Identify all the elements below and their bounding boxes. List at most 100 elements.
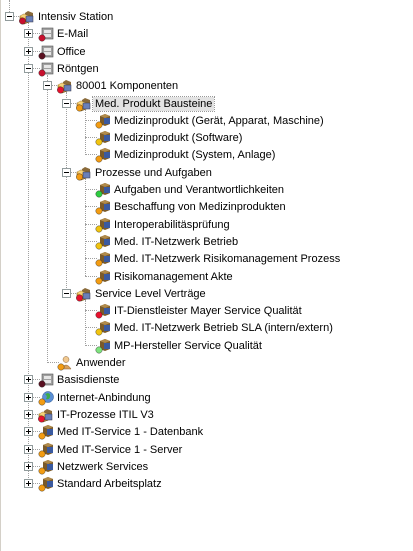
tree-node[interactable]: Röntgen: [1, 60, 413, 78]
collapse-icon[interactable]: [62, 167, 71, 177]
server-icon: [38, 61, 54, 77]
tree-node-label[interactable]: IT-Dienstleister Mayer Service Qualität: [112, 304, 304, 318]
tree-node[interactable]: MP-Hersteller Service Qualität: [1, 337, 413, 355]
tree-node-label[interactable]: Medizinprodukt (Gerät, Apparat, Maschine…: [112, 114, 326, 128]
tree-node-label[interactable]: Service Level Verträge: [93, 287, 208, 301]
tree-node-label[interactable]: Med. IT-Netzwerk Risikomanagement Prozes…: [112, 252, 342, 266]
tree-node[interactable]: Interoperabilitäsprüfung: [1, 216, 413, 234]
tree-node-label[interactable]: Aufgaben und Verantwortlichkeiten: [112, 183, 286, 197]
tree-node[interactable]: Basisdienste: [1, 371, 413, 389]
tree-node-label[interactable]: Anwender: [74, 356, 128, 370]
tree-node[interactable]: Prozesse und Aufgaben: [1, 164, 413, 182]
tree-node-label[interactable]: Med. IT-Netzwerk Betrieb: [112, 235, 240, 249]
tree-node-label[interactable]: Med IT-Service 1 - Server: [55, 443, 184, 457]
expand-icon[interactable]: [24, 29, 33, 39]
collapse-icon[interactable]: [62, 98, 71, 108]
component-icon: [95, 130, 111, 146]
tree-node[interactable]: 80001 Komponenten: [1, 77, 413, 95]
tree-node-label[interactable]: IT-Prozesse ITIL V3: [55, 408, 156, 422]
folder-component-icon: [19, 9, 35, 25]
tree-node[interactable]: Office: [1, 43, 413, 61]
component-icon: [95, 113, 111, 129]
component-icon: [95, 269, 111, 285]
tree-node-label[interactable]: E-Mail: [55, 27, 90, 41]
folder-component-icon: [38, 407, 54, 423]
tree-node[interactable]: IT-Prozesse ITIL V3: [1, 406, 413, 424]
tree-node[interactable]: Intensiv Station: [1, 8, 413, 26]
tree-node[interactable]: Beschaffung von Medizinprodukten: [1, 198, 413, 216]
folder-component-icon: [76, 96, 92, 112]
expand-icon[interactable]: [24, 46, 33, 56]
tree-node-label[interactable]: Medizinprodukt (System, Anlage): [112, 148, 277, 162]
tree-node-label[interactable]: Med IT-Service 1 - Datenbank: [55, 425, 205, 439]
tree-node-label[interactable]: Medizinprodukt (Software): [112, 131, 244, 145]
component-icon: [95, 338, 111, 354]
tree-node[interactable]: Med. IT-Netzwerk Risikomanagement Prozes…: [1, 250, 413, 268]
tree-node[interactable]: Internet-Anbindung: [1, 389, 413, 407]
tree-node-label[interactable]: Internet-Anbindung: [55, 391, 153, 405]
tree-node-label[interactable]: MP-Hersteller Service Qualität: [112, 339, 264, 353]
tree-node[interactable]: Risikomanagement Akte: [1, 268, 413, 286]
server-icon: [38, 372, 54, 388]
tree-node-label[interactable]: Med. Produkt Bausteine: [91, 95, 216, 112]
tree-node[interactable]: Med IT-Service 1 - Server: [1, 441, 413, 459]
component-icon: [38, 424, 54, 440]
tree-node-label[interactable]: 80001 Komponenten: [74, 79, 180, 93]
collapse-icon[interactable]: [24, 63, 33, 73]
component-icon: [95, 320, 111, 336]
expand-icon[interactable]: [24, 479, 33, 489]
expand-icon[interactable]: [24, 427, 33, 437]
tree-node[interactable]: Netzwerk Services: [1, 458, 413, 476]
tree-node-label[interactable]: Standard Arbeitsplatz: [55, 477, 164, 491]
tree-node-label[interactable]: Beschaffung von Medizinprodukten: [112, 200, 288, 214]
expand-icon[interactable]: [24, 444, 33, 454]
server-icon: [38, 44, 54, 60]
component-icon: [95, 199, 111, 215]
component-icon: [38, 476, 54, 492]
tree-node[interactable]: Service Level Verträge: [1, 285, 413, 303]
collapse-icon[interactable]: [5, 12, 14, 21]
component-icon: [38, 459, 54, 475]
expand-icon[interactable]: [24, 461, 33, 471]
tree-node-label[interactable]: Office: [55, 45, 88, 59]
component-icon: [95, 234, 111, 250]
tree-node-label[interactable]: Röntgen: [55, 62, 101, 76]
tree-node-label[interactable]: Prozesse und Aufgaben: [93, 166, 214, 180]
expand-icon[interactable]: [24, 375, 33, 385]
collapse-icon[interactable]: [43, 81, 52, 91]
tree-node-label[interactable]: Intensiv Station: [36, 10, 115, 24]
tree-node[interactable]: Anwender: [1, 354, 413, 372]
tree-node[interactable]: Medizinprodukt (Software): [1, 129, 413, 147]
component-icon: [95, 182, 111, 198]
tree-node[interactable]: Med. IT-Netzwerk Betrieb: [1, 233, 413, 251]
expand-icon[interactable]: [24, 392, 33, 402]
tree-node[interactable]: Med. IT-Netzwerk Betrieb SLA (intern/ext…: [1, 319, 413, 337]
tree-node[interactable]: E-Mail: [1, 25, 413, 43]
folder-component-icon: [57, 78, 73, 94]
globe-icon: [38, 390, 54, 406]
folder-component-icon: [76, 286, 92, 302]
collapse-icon[interactable]: [62, 288, 71, 298]
component-icon: [95, 251, 111, 267]
user-icon: [57, 355, 73, 371]
tree-node-label[interactable]: Med. IT-Netzwerk Betrieb SLA (intern/ext…: [112, 321, 335, 335]
tree-node[interactable]: Medizinprodukt (Gerät, Apparat, Maschine…: [1, 112, 413, 130]
tree-view[interactable]: Intensiv Station E-Mail Office Röntgen 80001…: [0, 0, 413, 551]
tree-node[interactable]: Medizinprodukt (System, Anlage): [1, 146, 413, 164]
tree-node[interactable]: Med. Produkt Bausteine: [1, 95, 413, 113]
component-icon: [95, 147, 111, 163]
tree-node[interactable]: Standard Arbeitsplatz: [1, 475, 413, 493]
tree-node[interactable]: Med IT-Service 1 - Datenbank: [1, 423, 413, 441]
tree-node[interactable]: Aufgaben und Verantwortlichkeiten: [1, 181, 413, 199]
component-icon: [95, 303, 111, 319]
tree-node-label[interactable]: Netzwerk Services: [55, 460, 150, 474]
tree-node-label[interactable]: Interoperabilitäsprüfung: [112, 218, 232, 232]
folder-component-icon: [76, 165, 92, 181]
expand-icon[interactable]: [24, 409, 33, 419]
tree-node[interactable]: IT-Dienstleister Mayer Service Qualität: [1, 302, 413, 320]
tree-node-label[interactable]: Basisdienste: [55, 373, 121, 387]
tree-node-label[interactable]: Risikomanagement Akte: [112, 270, 235, 284]
component-icon: [95, 217, 111, 233]
server-icon: [38, 26, 54, 42]
component-icon: [38, 442, 54, 458]
